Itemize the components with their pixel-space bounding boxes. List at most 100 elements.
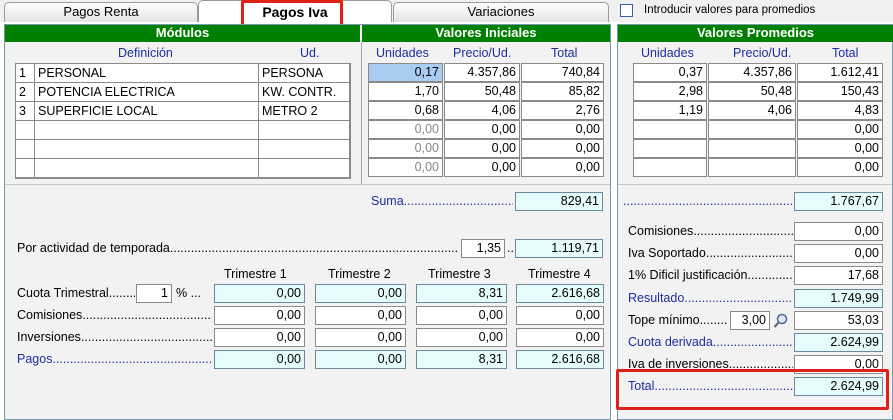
col-precio: Precio/Ud.: [453, 46, 512, 60]
tope-factor-input[interactable]: 3,00: [730, 311, 770, 330]
prom-dificil-justificacion-label: 1% Dificil justificación................…: [628, 268, 793, 282]
promedios-header: Valores Promedios: [618, 25, 893, 42]
cuota-trimestral-label: Cuota Trimestral........................…: [17, 286, 135, 300]
total-cell: 0,00: [521, 139, 604, 158]
divider: [361, 42, 362, 184]
unidades-input[interactable]: 0,17: [368, 63, 443, 82]
prom-precio-input[interactable]: [708, 139, 796, 158]
prom-total-cell: 0,00: [797, 139, 883, 158]
total-cell: 2,76: [521, 101, 604, 120]
precio-input[interactable]: 0,00: [444, 120, 520, 139]
tab-variaciones[interactable]: Variaciones: [393, 2, 609, 22]
comisiones-q1[interactable]: 0,00: [214, 306, 305, 325]
prom-total-cell: 1.612,41: [797, 63, 883, 82]
col-definicion: Definición: [118, 46, 173, 60]
precio-input[interactable]: 4,06: [444, 101, 520, 120]
definicion-cell: PERSONAL: [35, 64, 259, 83]
prom-total-cell: 4,83: [797, 101, 883, 120]
row-number: 3: [16, 102, 35, 121]
prom-total-cell: 0,00: [797, 158, 883, 177]
prom-unidades-input[interactable]: 0,37: [633, 63, 707, 82]
modulos-header: Módulos: [5, 25, 360, 42]
prom-cuota-derivada-label: Cuota derivada..........................…: [628, 335, 793, 349]
precio-input[interactable]: 4.357,86: [444, 63, 520, 82]
definicion-cell: SUPERFICIE LOCAL: [35, 102, 259, 121]
prom-dificil-justificacion-value: 17,68: [794, 266, 883, 285]
prom-tope-minimo-label: Tope mínimo.............................…: [628, 313, 728, 327]
precio-input[interactable]: 0,00: [444, 139, 520, 158]
prom-precio-input[interactable]: 4.357,86: [708, 63, 796, 82]
unidades-input[interactable]: 0,00: [368, 139, 443, 158]
col-ud: Ud.: [300, 46, 320, 60]
prom-comisiones-label: Comisiones..............................…: [628, 224, 793, 238]
unidades-input[interactable]: 0,68: [368, 101, 443, 120]
suma-value: 829,41: [515, 192, 603, 211]
prom-unidades-input[interactable]: [633, 158, 707, 177]
unidades-input[interactable]: 0,00: [368, 120, 443, 139]
prom-unidades-input[interactable]: [633, 139, 707, 158]
unidades-input[interactable]: 1,70: [368, 82, 443, 101]
prom-unidades-input[interactable]: [633, 120, 707, 139]
separator: [5, 184, 610, 185]
row-number: 1: [16, 64, 35, 83]
pagos-label: Pagos...................................…: [17, 352, 212, 366]
trimestre-4-header: Trimestre 4: [528, 267, 591, 281]
cuota-trimestral-q1: 0,00: [214, 284, 305, 303]
comisiones-q4[interactable]: 0,00: [516, 306, 604, 325]
definicion-cell: [35, 159, 259, 178]
separator-right: [618, 184, 892, 185]
temporada-total: 1.119,71: [515, 239, 603, 258]
cuota-trimestral-q3: 8,31: [416, 284, 507, 303]
ud-cell: [259, 159, 350, 178]
prom-comisiones-value[interactable]: 0,00: [794, 222, 883, 241]
inversiones-q4[interactable]: 0,00: [516, 328, 604, 347]
ud-cell: KW. CONTR.: [259, 83, 350, 102]
pagos-q3: 8,31: [416, 350, 507, 369]
pagos-q4: 2.616,68: [516, 350, 604, 369]
ud-cell: [259, 121, 350, 140]
prom-resultado-label: Resultado...............................…: [628, 291, 793, 305]
row-number: [16, 121, 35, 140]
inversiones-q2[interactable]: 0,00: [315, 328, 406, 347]
prom-cuota-derivada-value: 2.624,99: [794, 333, 883, 352]
col-prom-total: Total: [832, 46, 859, 60]
col-total: Total: [551, 46, 578, 60]
col-prom-precio: Precio/Ud.: [733, 46, 792, 60]
prom-unidades-input[interactable]: 1,19: [633, 101, 707, 120]
tab-pagos-renta[interactable]: Pagos Renta: [4, 2, 198, 22]
prom-precio-input[interactable]: 50,48: [708, 82, 796, 101]
row-number: [16, 159, 35, 178]
precio-input[interactable]: 50,48: [444, 82, 520, 101]
pagos-q1: 0,00: [214, 350, 305, 369]
total-cell: 85,82: [521, 82, 604, 101]
ud-cell: [259, 140, 350, 159]
col-unidades: Unidades: [376, 46, 429, 60]
temporada-factor[interactable]: 1,35: [461, 239, 505, 258]
ud-cell: METRO 2: [259, 102, 350, 121]
cuota-pct-input[interactable]: 1: [136, 284, 172, 303]
prom-precio-input[interactable]: [708, 158, 796, 177]
prom-precio-input[interactable]: [708, 120, 796, 139]
trimestre-2-header: Trimestre 2: [328, 267, 391, 281]
search-icon[interactable]: [773, 312, 790, 329]
prom-unidades-input[interactable]: 2,98: [633, 82, 707, 101]
ud-cell: PERSONA: [259, 64, 350, 83]
prom-precio-input[interactable]: 4,06: [708, 101, 796, 120]
cuota-trimestral-q4: 2.616,68: [516, 284, 604, 303]
modulos-grid: 1 PERSONAL PERSONA 2 POTENCIA ELECTRICA KW. C…: [15, 63, 351, 179]
prom-iva-soportado-value[interactable]: 0,00: [794, 244, 883, 263]
inversiones-q3[interactable]: 0,00: [416, 328, 507, 347]
comisiones-q3[interactable]: 0,00: [416, 306, 507, 325]
pagos-q2: 0,00: [315, 350, 406, 369]
precio-input[interactable]: 0,00: [444, 158, 520, 177]
prom-total-cell: 0,00: [797, 120, 883, 139]
promedios-checkbox-label: Introducir valores para promedios: [644, 4, 816, 16]
comisiones-q2[interactable]: 0,00: [315, 306, 406, 325]
unidades-input[interactable]: 0,00: [368, 158, 443, 177]
promedios-checkbox[interactable]: [620, 4, 633, 17]
col-prom-unidades: Unidades: [641, 46, 694, 60]
row-number: [16, 140, 35, 159]
inversiones-label: Inversiones.............................…: [17, 330, 212, 344]
definicion-cell: [35, 121, 259, 140]
inversiones-q1[interactable]: 0,00: [214, 328, 305, 347]
